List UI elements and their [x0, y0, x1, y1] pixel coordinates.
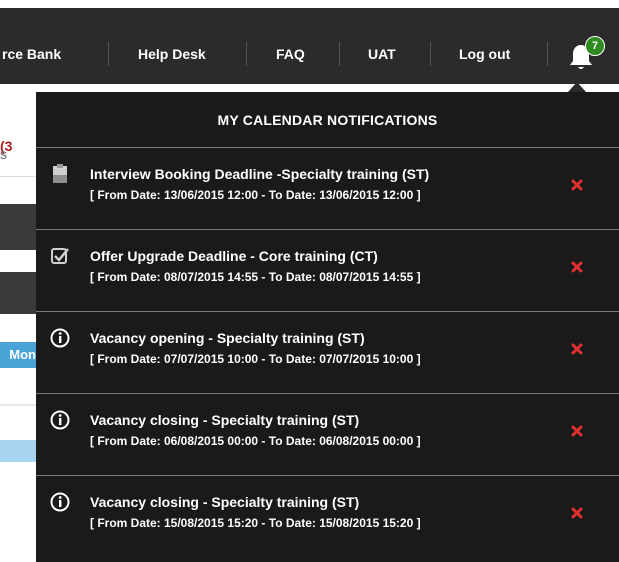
notification-item[interactable]: Vacancy closing - Specialty training (ST…	[36, 476, 619, 558]
notification-dates: [ From Date: 15/08/2015 15:20 - To Date:…	[90, 516, 421, 530]
nav-separator	[339, 42, 340, 66]
nav-separator	[108, 42, 109, 66]
notification-dates: [ From Date: 07/07/2015 10:00 - To Date:…	[90, 352, 421, 366]
notification-title: Vacancy closing - Specialty training (ST…	[90, 494, 360, 510]
info-icon	[50, 492, 70, 512]
clipboard-icon	[53, 164, 67, 183]
notification-item[interactable]: Offer Upgrade Deadline - Core training (…	[36, 230, 619, 312]
notification-title: Vacancy closing - Specialty training (ST…	[90, 412, 360, 428]
info-icon	[50, 410, 70, 430]
nav-help-desk-link[interactable]: Help Desk	[138, 46, 206, 62]
close-icon[interactable]	[570, 506, 584, 520]
panel-title: MY CALENDAR NOTIFICATIONS	[36, 92, 619, 148]
notification-item[interactable]: Interview Booking Deadline -Specialty tr…	[36, 148, 619, 230]
nav-separator	[246, 42, 247, 66]
background-divider	[0, 404, 36, 406]
nav-uat-link[interactable]: UAT	[368, 46, 396, 62]
background-button[interactable]: Mon	[0, 342, 36, 368]
background-row-highlight	[0, 440, 36, 462]
close-icon[interactable]	[570, 260, 584, 274]
nav-resource-bank-link[interactable]: rce Bank	[2, 46, 61, 62]
background-tab-label: s (3	[0, 138, 13, 162]
close-icon[interactable]	[570, 342, 584, 356]
close-icon[interactable]	[570, 178, 584, 192]
background-header-bar	[0, 204, 36, 250]
notification-count-badge: 7	[585, 36, 605, 56]
notification-title: Offer Upgrade Deadline - Core training (…	[90, 248, 378, 264]
close-icon[interactable]	[570, 424, 584, 438]
notification-title: Interview Booking Deadline -Specialty tr…	[90, 166, 430, 182]
info-icon	[50, 328, 70, 348]
checkbox-icon	[51, 248, 69, 264]
background-tab[interactable]: s (3	[0, 130, 36, 177]
top-navigation-bar: rce Bank Help Desk FAQ UAT Log out 7	[0, 8, 619, 84]
background-header-bar	[0, 272, 36, 314]
notification-item[interactable]: Vacancy opening - Specialty training (ST…	[36, 312, 619, 394]
notification-dates: [ From Date: 08/07/2015 14:55 - To Date:…	[90, 270, 421, 284]
notification-title: Vacancy opening - Specialty training (ST…	[90, 330, 365, 346]
notification-dates: [ From Date: 06/08/2015 00:00 - To Date:…	[90, 434, 421, 448]
nav-separator	[430, 42, 431, 66]
notification-item[interactable]: Vacancy closing - Specialty training (ST…	[36, 394, 619, 476]
nav-log-out-link[interactable]: Log out	[459, 46, 510, 62]
nav-separator	[547, 42, 548, 66]
notifications-bell-button[interactable]: 7	[564, 36, 605, 76]
dropdown-caret	[568, 82, 586, 92]
calendar-notifications-panel: MY CALENDAR NOTIFICATIONS Interview Book…	[36, 92, 619, 562]
nav-faq-link[interactable]: FAQ	[276, 46, 305, 62]
notification-dates: [ From Date: 13/06/2015 12:00 - To Date:…	[90, 188, 421, 202]
